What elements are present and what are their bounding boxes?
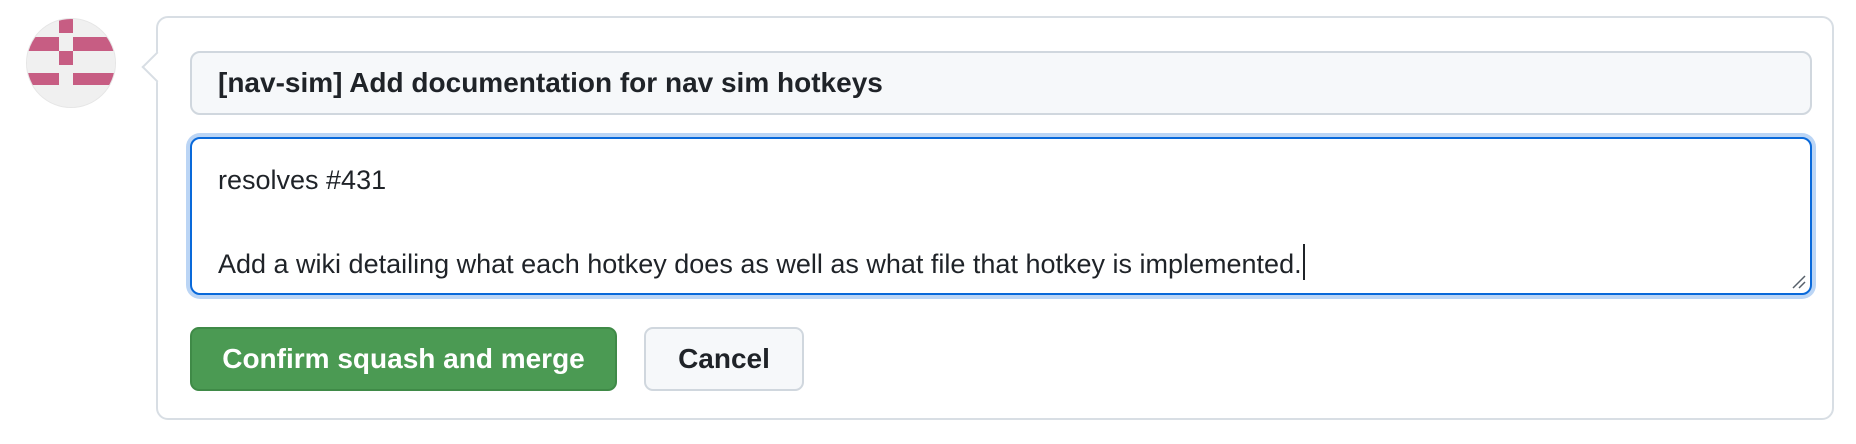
cancel-button[interactable]: Cancel: [644, 327, 804, 391]
message-line-3-text: Add a wiki detailing what each hotkey do…: [218, 249, 1302, 279]
confirm-squash-merge-button[interactable]: Confirm squash and merge: [190, 327, 617, 391]
identicon-icon: [27, 19, 115, 107]
commit-title-input[interactable]: [190, 51, 1812, 115]
text-cursor: [1302, 244, 1305, 280]
message-line-1: resolves #431: [218, 165, 387, 195]
user-avatar[interactable]: [26, 18, 116, 108]
merge-form-panel: resolves #431 Add a wiki detailing what …: [141, 16, 1834, 420]
resize-handle-icon[interactable]: [1790, 273, 1806, 289]
message-line-3: Add a wiki detailing what each hotkey do…: [218, 243, 1784, 285]
commit-message-textarea[interactable]: resolves #431 Add a wiki detailing what …: [190, 137, 1812, 295]
panel-caret: [141, 51, 173, 83]
message-line-2: [218, 201, 1784, 243]
